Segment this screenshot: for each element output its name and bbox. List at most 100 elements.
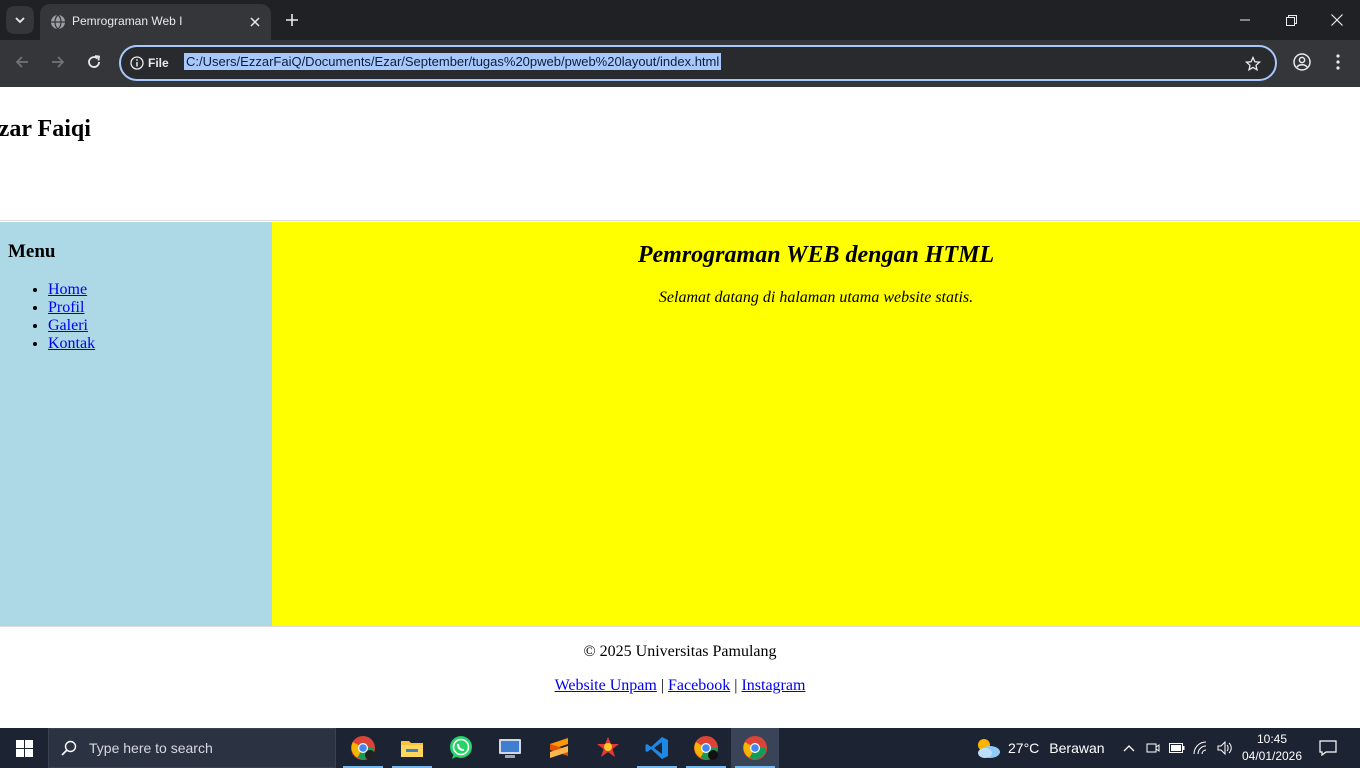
footer-links: Website Unpam | Facebook | Instagram [0,677,1360,695]
sidebar-item-home: Home [48,281,95,299]
restore-button[interactable] [1268,0,1314,40]
profile-icon [1293,53,1311,71]
back-button[interactable] [8,48,36,76]
reload-button[interactable] [80,48,108,76]
browser-tab-active[interactable]: Pemrograman Web I [40,4,271,40]
whatsapp-icon [450,736,472,759]
windows-icon [15,739,33,757]
menu-link-home[interactable]: Home [48,281,87,298]
camera-icon [1146,743,1160,753]
menu-link-profil[interactable]: Profil [48,299,84,316]
minimize-icon [1240,19,1250,21]
sidebar-item-profil: Profil [48,299,95,317]
tray-network[interactable] [1189,728,1213,768]
footer-separator: | [660,677,665,694]
main-subtitle: Selamat datang di halaman utama website … [658,289,974,306]
new-tab-button[interactable] [280,8,304,32]
cloudy-icon [978,739,1000,758]
menu-link-galeri[interactable]: Galeri [48,317,88,334]
battery-icon [1169,743,1185,753]
info-icon [130,56,144,70]
minimize-button[interactable] [1222,0,1268,40]
sublime-text-icon [550,738,568,758]
chevron-down-icon [15,17,25,24]
browser-tab-strip: Pemrograman Web I [0,0,1360,40]
header-title: Ezzar Faiqi [0,116,91,142]
close-icon [1331,14,1343,26]
sidebar-heading: Menu [8,241,56,262]
chevron-up-icon [1123,745,1135,752]
footer-link-website-unpam[interactable]: Website Unpam [555,677,657,694]
restore-icon [1285,14,1297,26]
taskbar-vscode[interactable] [633,728,681,768]
reload-icon [88,55,101,68]
globe-icon [51,14,65,30]
notification-icon [1319,740,1337,756]
tab-close-button[interactable] [245,12,265,32]
tray-battery[interactable] [1165,728,1189,768]
taskbar-clock[interactable]: 10:45 04/01/2026 [1240,731,1304,765]
forward-button[interactable] [44,48,72,76]
taskbar-file-explorer[interactable] [388,728,436,768]
start-button[interactable] [0,728,48,768]
taskbar-chrome-profile-1[interactable] [339,728,387,768]
footer-link-instagram[interactable]: Instagram [741,677,805,694]
sidebar-item-galeri: Galeri [48,317,95,335]
footer-copyright: © 2025 Universitas Pamulang [583,643,777,660]
taskbar-sublime-text[interactable] [535,728,583,768]
speaker-icon [1217,741,1232,755]
close-icon [250,17,260,27]
weather-temperature: 27°C [1008,740,1040,756]
page-footer: © 2025 Universitas Pamulang Website Unpa… [0,626,1360,728]
taskbar-whatsapp[interactable] [437,728,485,768]
vscode-icon [645,737,668,759]
taskbar-game-app[interactable] [584,728,632,768]
arrow-left-icon [15,56,28,68]
taskbar-remote-desktop[interactable] [486,728,534,768]
taskbar-chrome-profile-2[interactable] [682,728,730,768]
plus-icon [286,14,298,26]
profile-button[interactable] [1288,48,1316,76]
chrome-profile-icon [351,736,375,760]
taskbar-search[interactable]: Type here to search [48,728,336,768]
taskbar: Type here to search 27°C Berawan 10:45 0… [0,728,1360,768]
close-window-button[interactable] [1314,0,1360,40]
search-icon [61,740,77,756]
more-vertical-icon [1336,54,1340,70]
main-title: Pemrograman WEB dengan HTML [637,242,995,268]
star-icon [1245,56,1261,72]
url-text[interactable]: C:/Users/EzzarFaiQ/Documents/Ezar/Septem… [184,53,722,70]
tray-volume[interactable] [1213,728,1237,768]
browser-toolbar: File C:/Users/EzzarFaiQ/Documents/Ezar/S… [0,40,1360,87]
address-bar[interactable]: File C:/Users/EzzarFaiQ/Documents/Ezar/S… [119,45,1277,81]
weather-description: Berawan [1049,740,1105,756]
site-info-button[interactable]: File [130,54,169,72]
arrow-right-icon [52,56,65,68]
main-content: Pemrograman WEB dengan HTML Selamat data… [272,222,1360,626]
remote-desktop-icon [499,739,521,758]
page-header: Ezzar Faiqi [0,87,1360,221]
site-info-label: File [148,56,169,70]
weather-widget[interactable]: 27°C Berawan [974,728,1105,768]
footer-separator: | [734,677,738,694]
tray-show-hidden[interactable] [1117,728,1141,768]
tray-camera[interactable] [1141,728,1165,768]
page-viewport: Ezzar Faiqi Menu Home Profil Galeri Kont… [0,87,1360,728]
game-icon [597,737,619,757]
footer-link-facebook[interactable]: Facebook [668,677,730,694]
bookmark-button[interactable] [1243,54,1263,74]
sidebar-item-kontak: Kontak [48,335,95,353]
menu-button[interactable] [1324,48,1352,76]
file-explorer-icon [401,741,423,757]
taskbar-chrome-active[interactable] [731,728,779,768]
search-placeholder: Type here to search [89,740,213,756]
sidebar-menu: Home Profil Galeri Kontak [48,281,95,353]
wifi-icon [1193,741,1207,755]
sidebar: Menu Home Profil Galeri Kontak [0,222,272,626]
clock-time: 10:45 [1256,732,1288,746]
chrome-icon [743,736,767,760]
tab-search-button[interactable] [6,6,34,34]
notifications-button[interactable] [1312,728,1344,768]
menu-link-kontak[interactable]: Kontak [48,335,95,352]
tab-title: Pemrograman Web I [72,14,183,28]
